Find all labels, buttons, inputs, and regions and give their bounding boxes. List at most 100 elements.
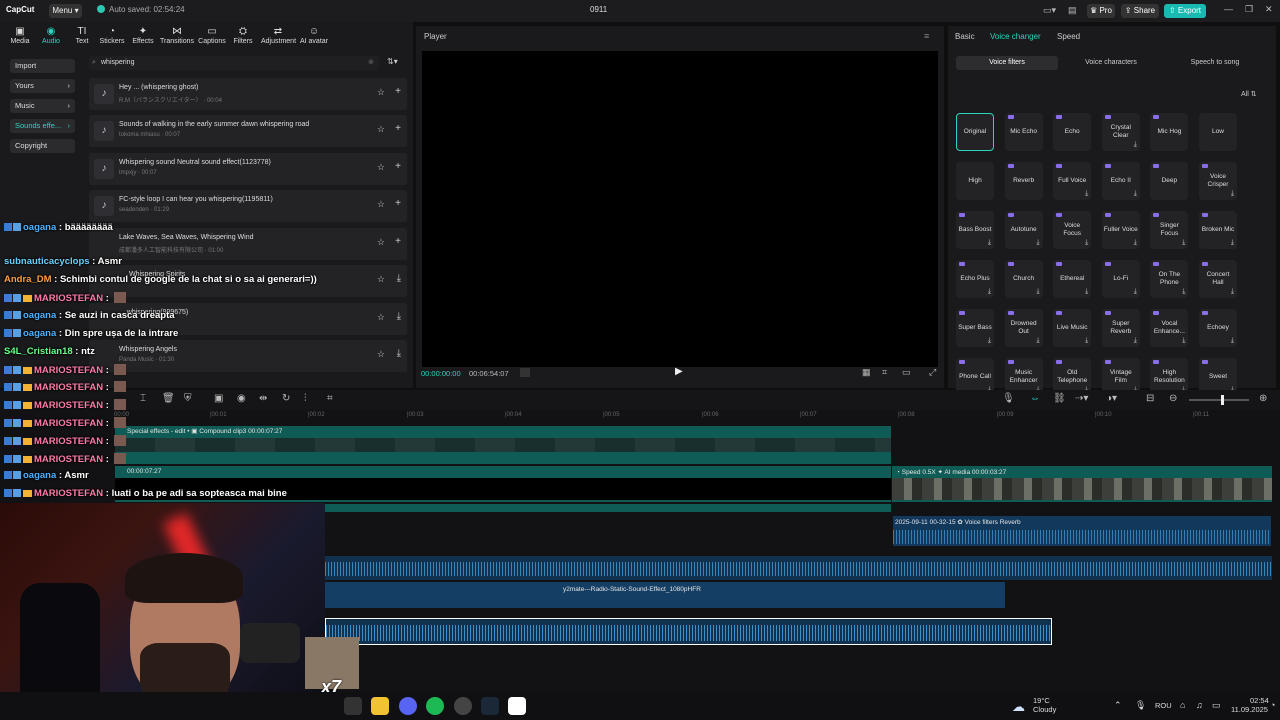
tab-voice-characters[interactable]: Voice characters (1060, 56, 1162, 70)
download-icon[interactable]: ⤓ (397, 348, 401, 359)
sidebar-item-yours[interactable]: Yours › (10, 79, 75, 93)
fullscreen-icon[interactable]: ⤢ (929, 367, 936, 378)
voice-filter-item[interactable]: Echo (1053, 113, 1092, 151)
minimize-icon[interactable]: — (1224, 4, 1233, 14)
voice-filter-audio-clip[interactable]: 2025-09-11 00-32-15 ✿ Voice filters Reve… (893, 516, 1271, 546)
volume-icon[interactable]: ♫ (1196, 700, 1203, 710)
voice-filter-item[interactable]: Echoey ⤓ (1199, 309, 1237, 347)
clear-search-icon[interactable]: ⊗ (368, 58, 374, 66)
ai-media-clip[interactable]: ◔ Speed 0.5X ✦ AI media 00:00:03:27 (892, 466, 1272, 502)
download-icon[interactable]: ⤓ (988, 337, 991, 345)
download-icon[interactable]: ⤓ (1036, 239, 1039, 247)
language-indicator[interactable]: ROU (1155, 701, 1172, 710)
battery-icon[interactable]: ▭ (1212, 700, 1221, 711)
voice-filter-item[interactable]: Full Voice ⤓ (1053, 162, 1092, 200)
tab-ai-avatar[interactable]: ☺ AI avatar (297, 22, 331, 45)
add-icon[interactable]: + (395, 86, 401, 97)
obs-icon[interactable] (454, 697, 472, 715)
app-icon[interactable] (344, 697, 362, 715)
favorite-icon[interactable]: ☆ (377, 237, 385, 248)
main-track-bar[interactable] (325, 504, 891, 512)
tab-speech-to-song[interactable]: Speech to song (1164, 56, 1266, 70)
favorite-icon[interactable]: ☆ (377, 124, 385, 135)
voice-filter-item[interactable]: Super Reverb ⤓ (1101, 309, 1140, 347)
list-item[interactable]: ♪ Sounds of walking in the early summer … (89, 115, 407, 147)
tab-voice-filters[interactable]: Voice filters (956, 56, 1058, 70)
microphone-tray-icon[interactable]: 🎙 (1135, 700, 1146, 711)
menu-button[interactable]: Menu ▾ (49, 4, 82, 18)
voice-filter-item[interactable]: On The Phone ⤓ (1150, 260, 1189, 298)
delete-icon[interactable]: 🗑 (162, 393, 175, 404)
export-button[interactable]: ⇧ Export (1164, 4, 1206, 18)
fit-icon[interactable]: ▦ (862, 367, 871, 378)
voice-filter-item[interactable]: Live Music ⤓ (1053, 309, 1092, 347)
download-icon[interactable]: ⤓ (1231, 337, 1234, 345)
tab-voice-changer[interactable]: Voice changer (990, 32, 1041, 41)
crop-icon[interactable]: ⌗ (882, 367, 887, 378)
voice-filter-item[interactable]: Deep (1150, 162, 1189, 200)
download-icon[interactable]: ⤓ (397, 273, 401, 284)
tab-filters[interactable]: ⛭ Filters (226, 22, 260, 45)
sidebar-item-copyright[interactable]: Copyright (10, 139, 75, 153)
filter-sort-icon[interactable]: ⇅▾ (387, 57, 398, 66)
steam-icon[interactable] (481, 697, 499, 715)
add-icon[interactable]: + (395, 123, 401, 134)
voice-filter-item[interactable]: Reverb (1004, 162, 1043, 200)
voice-filter-item[interactable]: Singer Focus ⤓ (1150, 211, 1189, 249)
voice-filter-item[interactable]: Concert Hall ⤓ (1199, 260, 1237, 298)
tab-text[interactable]: TI Text (65, 22, 99, 45)
capcut-icon[interactable] (508, 697, 526, 715)
download-icon[interactable]: ⤓ (1085, 337, 1088, 345)
download-icon[interactable]: ⤓ (1231, 239, 1234, 247)
list-item[interactable]: ♪ Hey ... (whispering ghost) R.M（バランスクリエ… (89, 78, 407, 110)
download-icon[interactable]: ⤓ (397, 311, 401, 322)
download-icon[interactable]: ⤓ (1231, 190, 1234, 198)
snapshot-icon[interactable]: ⊟ (1146, 393, 1154, 404)
crop-timeline-icon[interactable]: ⌗ (327, 393, 333, 404)
sidebar-item-music[interactable]: Music › (10, 99, 75, 113)
download-icon[interactable]: ⤓ (1085, 239, 1088, 247)
player-menu-icon[interactable]: ≡ (924, 31, 929, 41)
network-icon[interactable]: ⌂ (1180, 700, 1185, 710)
play-icon[interactable]: ▶ (675, 366, 683, 377)
list-item[interactable]: Whispering Angels Panda Music · 01:30 ☆ … (89, 340, 407, 372)
split-icon[interactable]: ⌶ (140, 393, 146, 404)
voice-filter-item[interactable]: Super Bass ⤓ (956, 309, 994, 347)
favorite-icon[interactable]: ☆ (377, 312, 385, 323)
favorite-icon[interactable]: ☆ (377, 274, 385, 285)
add-icon[interactable]: + (395, 198, 401, 209)
zoom-fit-icon[interactable]: ⊕ (1259, 393, 1267, 404)
preview-axis-icon[interactable]: ⇢▾ (1075, 393, 1088, 404)
add-icon[interactable]: + (395, 161, 401, 172)
audio-split-icon[interactable]: ⫶ (304, 393, 307, 404)
voice-filter-item[interactable]: Echo II ⤓ (1101, 162, 1140, 200)
timeline-ruler[interactable]: 00:00 |00:01 |00:02 |00:03 |00:04 |00:05… (0, 410, 1280, 422)
layout-icon[interactable]: ▭▾ (1043, 5, 1056, 16)
voice-filter-item[interactable]: Voice Focus ⤓ (1053, 211, 1092, 249)
tab-media[interactable]: ▣ Media (3, 22, 37, 45)
voice-filter-item[interactable]: Mic Echo (1004, 113, 1043, 151)
download-icon[interactable]: ⤓ (1134, 141, 1137, 149)
tab-adjustment[interactable]: ⇄ Adjustment (261, 22, 296, 45)
audio-clip[interactable] (325, 556, 1272, 580)
filter-all-dropdown[interactable]: All ⇅ (1241, 90, 1257, 98)
add-icon[interactable]: + (395, 236, 401, 247)
download-icon[interactable]: ⤓ (1182, 337, 1185, 345)
voice-filter-item[interactable]: Ethereal ⤓ (1053, 260, 1092, 298)
ratio-icon[interactable]: ▭ (902, 367, 911, 378)
download-icon[interactable]: ⤓ (988, 288, 991, 296)
tab-stickers[interactable]: ◔ Stickers (95, 22, 129, 45)
voice-filter-item[interactable]: Lo-Fi ⤓ (1101, 260, 1140, 298)
magnet-icon[interactable]: ◑▾ (1106, 393, 1117, 404)
voice-filter-item[interactable]: Echo Plus ⤓ (956, 260, 994, 298)
download-icon[interactable]: ⤓ (1036, 288, 1039, 296)
favorite-icon[interactable]: ☆ (377, 87, 385, 98)
radio-static-audio-clip[interactable]: y2mate---Radio-Static-Sound-Effect_1080p… (325, 582, 1005, 608)
voice-filter-item[interactable]: Autotune ⤓ (1004, 211, 1043, 249)
file-explorer-icon[interactable] (371, 697, 389, 715)
tab-captions[interactable]: ▭ Captions (195, 22, 229, 45)
timeline-marker-icon[interactable] (520, 368, 530, 377)
download-icon[interactable]: ⤓ (1134, 239, 1137, 247)
voice-filter-item[interactable]: Low (1199, 113, 1237, 151)
shortcuts-icon[interactable]: ▤ (1068, 5, 1077, 16)
